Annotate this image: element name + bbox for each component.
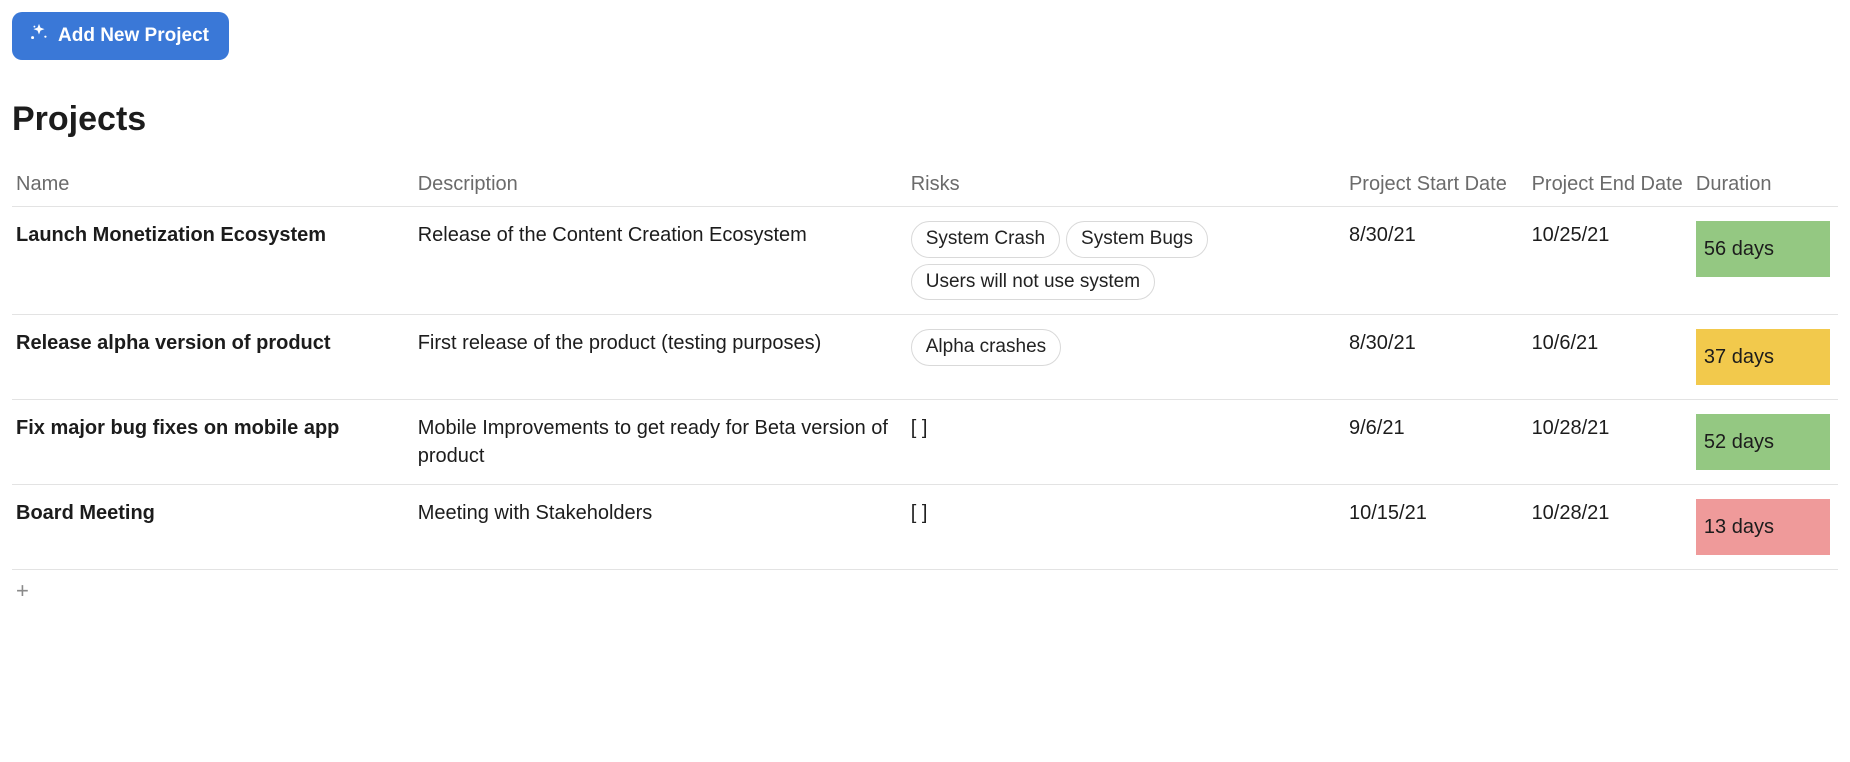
duration-value: 56 days bbox=[1696, 221, 1830, 277]
risk-pill[interactable]: System Crash bbox=[911, 221, 1060, 258]
cell-end-date[interactable]: 10/28/21 bbox=[1528, 485, 1692, 570]
column-header-end-date[interactable]: Project End Date bbox=[1528, 163, 1692, 207]
cell-start-date[interactable]: 9/6/21 bbox=[1345, 400, 1528, 485]
duration-value: 52 days bbox=[1696, 414, 1830, 470]
column-header-description[interactable]: Description bbox=[414, 163, 907, 207]
column-header-start-date[interactable]: Project Start Date bbox=[1345, 163, 1528, 207]
cell-description[interactable]: Meeting with Stakeholders bbox=[414, 485, 907, 570]
duration-value: 37 days bbox=[1696, 329, 1830, 385]
cell-duration[interactable]: 56 days bbox=[1692, 207, 1838, 315]
cell-risks[interactable]: [ ] bbox=[907, 485, 1345, 570]
duration-value: 13 days bbox=[1696, 499, 1830, 555]
table-row[interactable]: Release alpha version of productFirst re… bbox=[12, 315, 1838, 400]
cell-duration[interactable]: 52 days bbox=[1692, 400, 1838, 485]
column-header-duration[interactable]: Duration bbox=[1692, 163, 1838, 207]
projects-table: Name Description Risks Project Start Dat… bbox=[12, 163, 1838, 570]
page-title: Projects bbox=[12, 100, 1838, 139]
risk-pill-group: Alpha crashes bbox=[911, 329, 1337, 366]
cell-description[interactable]: Release of the Content Creation Ecosyste… bbox=[414, 207, 907, 315]
cell-name[interactable]: Launch Monetization Ecosystem bbox=[12, 207, 414, 315]
cell-start-date[interactable]: 10/15/21 bbox=[1345, 485, 1528, 570]
risk-pill[interactable]: System Bugs bbox=[1066, 221, 1208, 258]
cell-description[interactable]: First release of the product (testing pu… bbox=[414, 315, 907, 400]
column-header-risks[interactable]: Risks bbox=[907, 163, 1345, 207]
cell-name[interactable]: Release alpha version of product bbox=[12, 315, 414, 400]
cell-name[interactable]: Fix major bug fixes on mobile app bbox=[12, 400, 414, 485]
add-new-project-button[interactable]: Add New Project bbox=[12, 12, 229, 60]
risk-pill-group: System CrashSystem Bugs Users will not us… bbox=[911, 221, 1337, 300]
cell-description[interactable]: Mobile Improvements to get ready for Bet… bbox=[414, 400, 907, 485]
cell-end-date[interactable]: 10/25/21 bbox=[1528, 207, 1692, 315]
cell-risks[interactable]: [ ] bbox=[907, 400, 1345, 485]
risk-pill[interactable]: Users will not use system bbox=[911, 264, 1155, 301]
cell-duration[interactable]: 13 days bbox=[1692, 485, 1838, 570]
table-row[interactable]: Launch Monetization EcosystemRelease of … bbox=[12, 207, 1838, 315]
cell-start-date[interactable]: 8/30/21 bbox=[1345, 207, 1528, 315]
table-header-row: Name Description Risks Project Start Dat… bbox=[12, 163, 1838, 207]
cell-risks[interactable]: Alpha crashes bbox=[907, 315, 1345, 400]
add-new-project-label: Add New Project bbox=[58, 25, 209, 47]
cell-name[interactable]: Board Meeting bbox=[12, 485, 414, 570]
table-row[interactable]: Board MeetingMeeting with Stakeholders[ … bbox=[12, 485, 1838, 570]
cell-duration[interactable]: 37 days bbox=[1692, 315, 1838, 400]
sparkle-icon bbox=[28, 22, 50, 50]
column-header-name[interactable]: Name bbox=[12, 163, 414, 207]
add-row-button[interactable]: + bbox=[12, 570, 1838, 612]
risks-empty: [ ] bbox=[911, 502, 928, 524]
cell-end-date[interactable]: 10/6/21 bbox=[1528, 315, 1692, 400]
cell-end-date[interactable]: 10/28/21 bbox=[1528, 400, 1692, 485]
table-row[interactable]: Fix major bug fixes on mobile appMobile … bbox=[12, 400, 1838, 485]
risks-empty: [ ] bbox=[911, 417, 928, 439]
cell-risks[interactable]: System CrashSystem Bugs Users will not us… bbox=[907, 207, 1345, 315]
risk-pill[interactable]: Alpha crashes bbox=[911, 329, 1061, 366]
cell-start-date[interactable]: 8/30/21 bbox=[1345, 315, 1528, 400]
